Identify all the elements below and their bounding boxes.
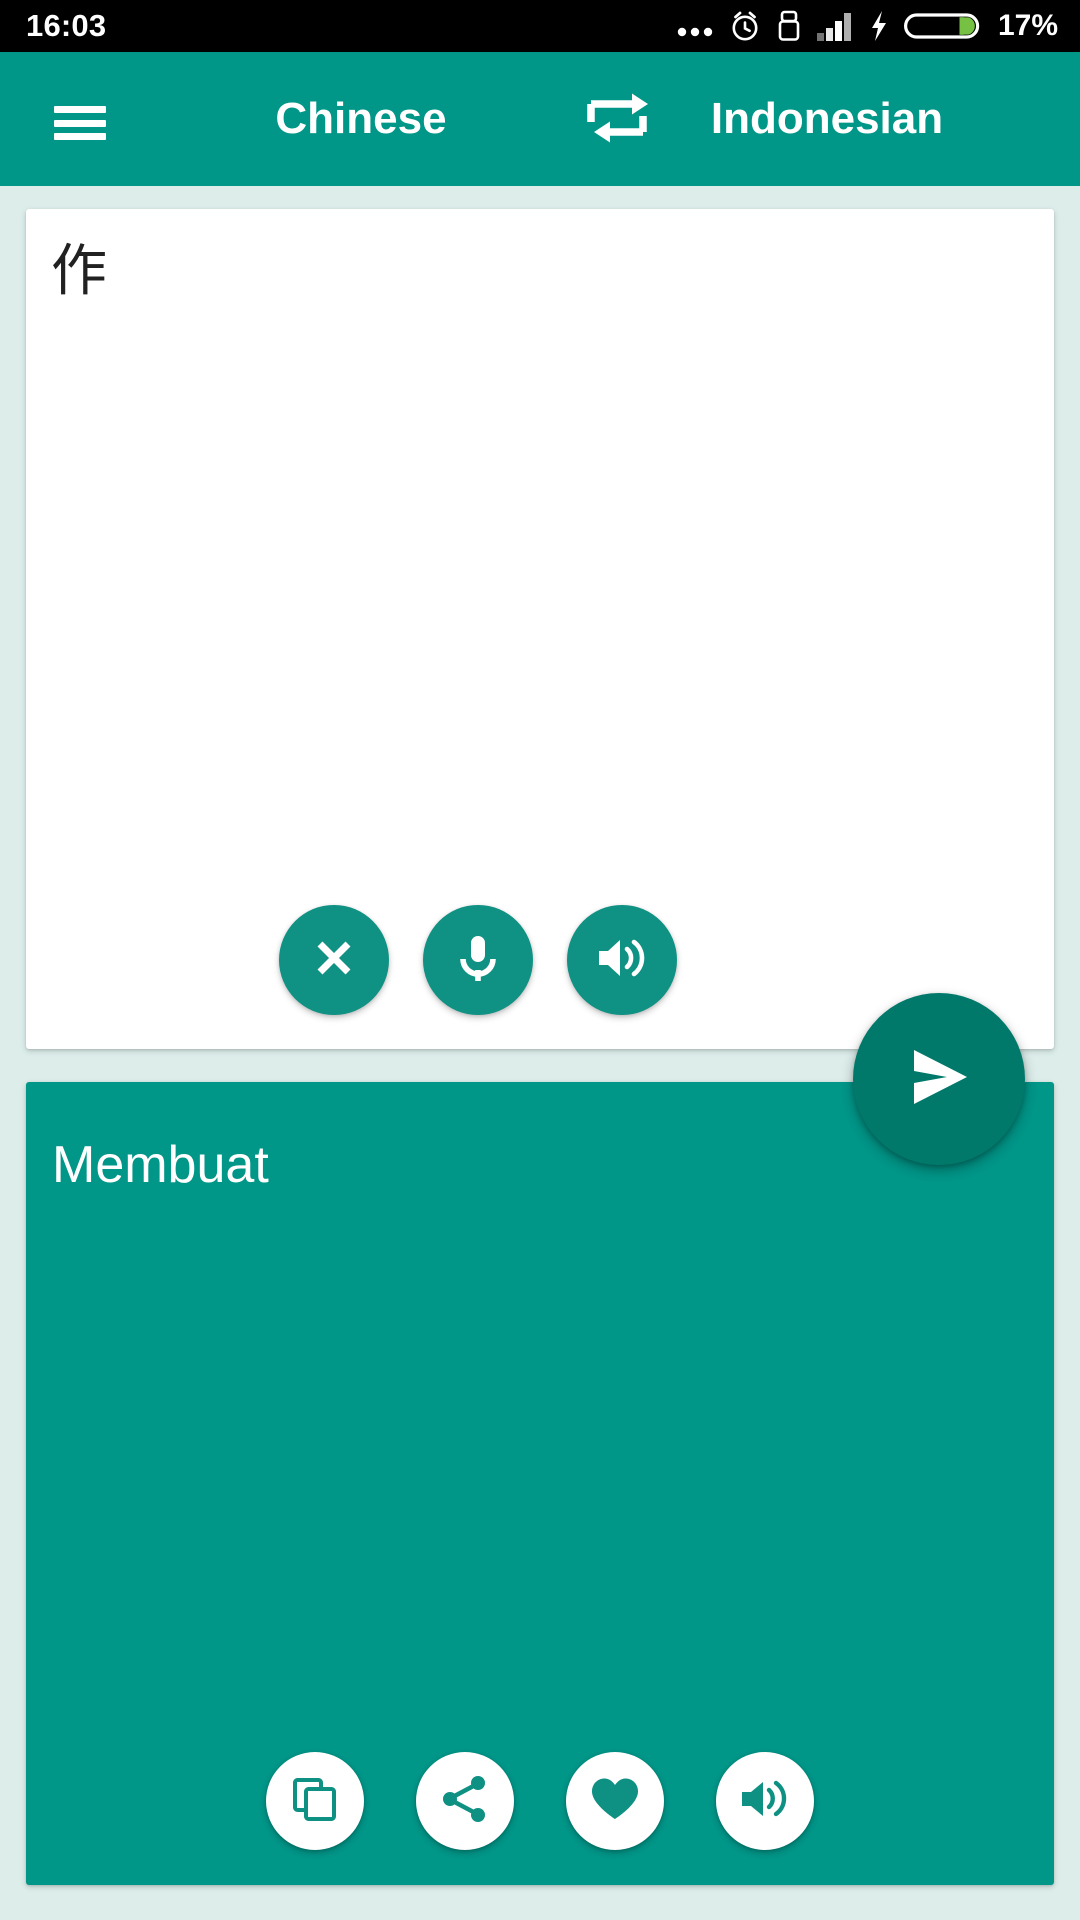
status-bar-icons: 17% bbox=[676, 9, 1058, 43]
hamburger-bar bbox=[54, 119, 106, 127]
source-language-selector[interactable]: Chinese bbox=[196, 88, 526, 150]
hamburger-bar bbox=[54, 106, 106, 113]
share-icon bbox=[440, 1774, 490, 1829]
send-icon bbox=[899, 1040, 979, 1119]
source-actions-row bbox=[26, 905, 1054, 1015]
speak-source-button[interactable] bbox=[567, 905, 677, 1015]
translate-send-button[interactable] bbox=[853, 993, 1025, 1165]
close-icon bbox=[307, 931, 361, 990]
microphone-icon bbox=[451, 929, 505, 992]
battery-percentage-label: 17% bbox=[997, 9, 1058, 42]
favorite-button[interactable] bbox=[566, 1752, 664, 1850]
battery-icon bbox=[903, 9, 982, 43]
copy-button[interactable] bbox=[266, 1752, 364, 1850]
more-notifications-icon bbox=[676, 10, 714, 42]
heart-icon bbox=[589, 1775, 641, 1828]
hamburger-menu-icon[interactable] bbox=[54, 106, 106, 140]
status-bar-clock: 16:03 bbox=[26, 8, 107, 43]
hamburger-bar bbox=[54, 133, 106, 140]
clear-button[interactable] bbox=[279, 905, 389, 1015]
copy-icon bbox=[290, 1774, 340, 1829]
translation-result-card: Membuat bbox=[26, 1082, 1054, 1885]
speaker-icon bbox=[738, 1774, 792, 1829]
speak-result-button[interactable] bbox=[716, 1752, 814, 1850]
source-text-card: 作 bbox=[26, 209, 1054, 1049]
usb-lock-icon bbox=[776, 9, 802, 43]
status-bar: 16:03 17% bbox=[0, 0, 1080, 52]
speaker-icon bbox=[593, 931, 651, 990]
signal-bars-icon bbox=[816, 9, 854, 43]
voice-input-button[interactable] bbox=[423, 905, 533, 1015]
app-screen: 16:03 17% Chinese Indonesian 作 Membuat bbox=[0, 0, 1080, 1920]
alarm-clock-icon bbox=[728, 9, 762, 43]
result-actions-row bbox=[26, 1752, 1054, 1850]
source-text-input[interactable]: 作 bbox=[51, 235, 1024, 309]
share-button[interactable] bbox=[416, 1752, 514, 1850]
target-language-selector[interactable]: Indonesian bbox=[592, 88, 1062, 150]
charging-bolt-icon bbox=[868, 9, 890, 43]
app-bar: Chinese Indonesian bbox=[0, 52, 1080, 186]
